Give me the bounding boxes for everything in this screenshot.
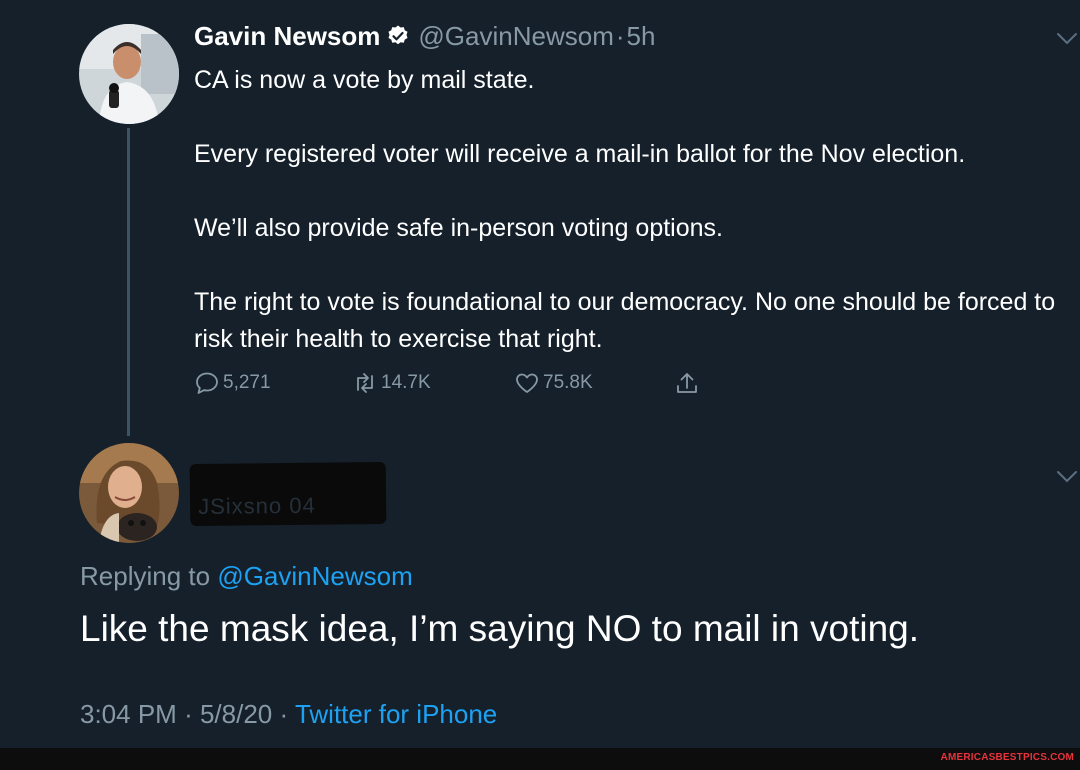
replying-to-line: Replying to @GavinNewsom	[80, 560, 413, 592]
verified-badge-icon	[388, 25, 408, 45]
author-avatar[interactable]	[79, 24, 179, 124]
redacted-username: JSixsno 04	[189, 461, 387, 527]
retweet-action[interactable]: 14.7K	[352, 370, 431, 396]
author-handle[interactable]: @GavinNewsom	[418, 18, 613, 54]
meta-separator: ·	[184, 699, 193, 729]
chevron-down-icon[interactable]	[1056, 470, 1078, 484]
replier-avatar-image	[79, 443, 179, 543]
redacted-handle-text: JSixsno 04	[197, 492, 316, 519]
share-action[interactable]	[674, 370, 703, 396]
tweet-header: Gavin Newsom @GavinNewsom · 5h	[194, 18, 655, 54]
retweet-icon	[357, 373, 373, 393]
reply-action[interactable]: 5,271	[194, 370, 271, 396]
retweet-count: 14.7K	[381, 372, 431, 393]
tweet-body: CA is now a vote by mail state. Every re…	[194, 62, 1064, 358]
tweet-action-bar: 5,271 14.7K 75.8K	[194, 370, 714, 402]
chevron-down-icon[interactable]	[1056, 32, 1078, 46]
tweet-metadata: 3:04 PM · 5/8/20 · Twitter for iPhone	[80, 698, 497, 730]
reply-tweet-text: Like the mask idea, I’m saying NO to mai…	[80, 608, 920, 649]
author-avatar-image	[79, 24, 179, 124]
heart-icon	[516, 373, 538, 393]
reply-count: 5,271	[223, 372, 271, 393]
replying-mention-link[interactable]: @GavinNewsom	[217, 561, 412, 591]
tweet-date[interactable]: 5/8/20	[200, 699, 272, 729]
tweet-paragraph: We’ll also provide safe in-person voting…	[194, 214, 723, 242]
like-count: 75.8K	[543, 372, 593, 393]
thread-connector-line	[127, 128, 130, 436]
replying-prefix: Replying to	[80, 561, 211, 591]
tweet-paragraph: Every registered voter will receive a ma…	[194, 140, 966, 168]
tweet-paragraph: The right to vote is foundational to our…	[194, 288, 1056, 353]
tweet-time[interactable]: 3:04 PM	[80, 699, 177, 729]
reply-icon	[196, 372, 218, 394]
replier-avatar[interactable]	[79, 443, 179, 543]
tweet-paragraph: CA is now a vote by mail state.	[194, 66, 535, 94]
header-separator: ·	[615, 21, 625, 51]
like-action[interactable]: 75.8K	[514, 370, 593, 396]
tweet-time-ago[interactable]: 5h	[627, 18, 656, 54]
author-name[interactable]: Gavin Newsom	[194, 18, 380, 54]
site-watermark: AMERICASBESTPICS.COM	[940, 752, 1074, 763]
tweet-source-link[interactable]: Twitter for iPhone	[295, 699, 497, 729]
share-icon	[677, 373, 697, 393]
watermark-bar	[0, 748, 1080, 770]
meta-separator: ·	[279, 699, 289, 729]
